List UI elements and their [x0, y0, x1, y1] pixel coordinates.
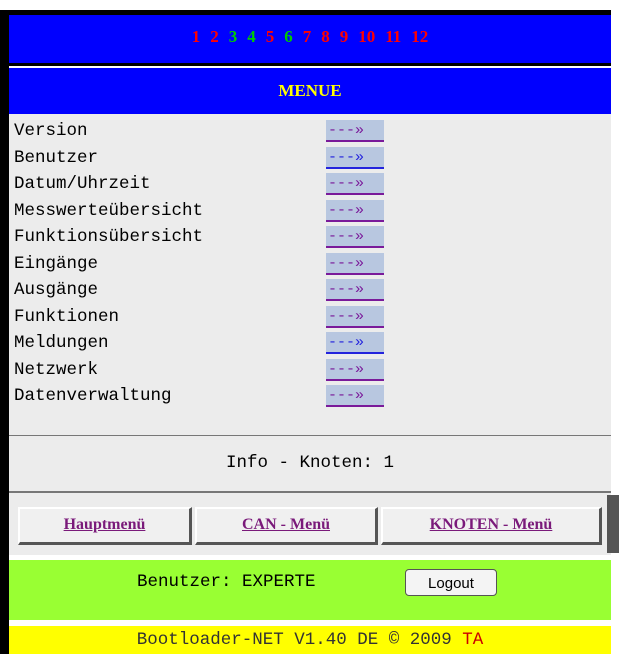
node-link-1[interactable]: 1	[192, 27, 201, 46]
user-label: Benutzer: EXPERTE	[137, 572, 316, 592]
node-link-11[interactable]: 11	[385, 27, 401, 46]
top-border	[0, 0, 619, 7]
tab-corner-shadow	[607, 495, 619, 553]
menu-item-label: Eingänge	[14, 253, 99, 274]
menu-item-link[interactable]: ---»	[326, 146, 384, 169]
logout-button[interactable]: Logout	[405, 569, 497, 596]
node-link-10[interactable]: 10	[358, 27, 375, 46]
footer-version: Bootloader-NET V1.40 DE © 2009	[136, 630, 452, 650]
menu-item-link[interactable]: ---»	[326, 199, 384, 222]
menu-item-link[interactable]: ---»	[326, 120, 384, 142]
node-link-9[interactable]: 9	[340, 27, 349, 46]
menu-list: Version ---» Benutzer ---» Datum/Uhrzeit ---»…	[9, 114, 611, 436]
menu-item-label: Ausgänge	[14, 280, 99, 300]
menu-item-label: Datum/Uhrzeit	[14, 174, 151, 194]
menu-item-label: Netzwerk	[14, 359, 99, 380]
menu-item-label: Funktionen	[14, 306, 120, 327]
info-text: Info - Knoten: 1	[9, 436, 611, 493]
menu-item-label: Funktionsübersicht	[14, 227, 204, 247]
menu-item-link[interactable]: ---»	[326, 385, 384, 407]
menu-item-label: Meldungen	[14, 333, 109, 353]
menu-item-link[interactable]: ---»	[326, 332, 384, 354]
menu-item-label: Messwerteübersicht	[14, 200, 204, 221]
menu-item-label: Datenverwaltung	[14, 386, 172, 406]
node-link-12[interactable]: 12	[411, 27, 428, 46]
menu-item-link[interactable]: ---»	[326, 226, 384, 248]
menu-item-link[interactable]: ---»	[326, 252, 384, 275]
node-selector-bar: 1 2 3 4 5 6 7 8 9 10 11 12	[9, 15, 611, 66]
node-link-3[interactable]: 3	[229, 27, 238, 46]
node-link-8[interactable]: 8	[321, 27, 330, 46]
menu-item-label: Version	[14, 121, 88, 141]
menu-item-link[interactable]: ---»	[326, 173, 384, 195]
menu-tabs: Hauptmenü CAN - Menü KNOTEN - Menü	[9, 493, 619, 555]
node-link-7[interactable]: 7	[303, 27, 312, 46]
left-frame	[0, 10, 9, 654]
menu-item-label: Benutzer	[14, 147, 99, 168]
tab-knoten-menu[interactable]: KNOTEN - Menü	[381, 507, 602, 545]
menu-title: MENUE	[9, 66, 611, 116]
node-link-2[interactable]: 2	[210, 27, 219, 46]
node-link-6[interactable]: 6	[284, 27, 293, 46]
menu-item-link[interactable]: ---»	[326, 358, 384, 381]
footer-brand: TA	[462, 630, 484, 650]
tab-can-menu[interactable]: CAN - Menü	[195, 507, 378, 545]
tab-hauptmenu[interactable]: Hauptmenü	[18, 507, 192, 545]
right-frame	[611, 10, 619, 654]
footer: Bootloader-NET V1.40 DE © 2009 TA	[9, 626, 611, 654]
node-link-4[interactable]: 4	[247, 27, 256, 46]
menu-item-link[interactable]: ---»	[326, 305, 384, 328]
user-bar: Benutzer: EXPERTE Logout	[9, 560, 611, 620]
menu-item-link[interactable]: ---»	[326, 279, 384, 301]
node-link-5[interactable]: 5	[266, 27, 275, 46]
